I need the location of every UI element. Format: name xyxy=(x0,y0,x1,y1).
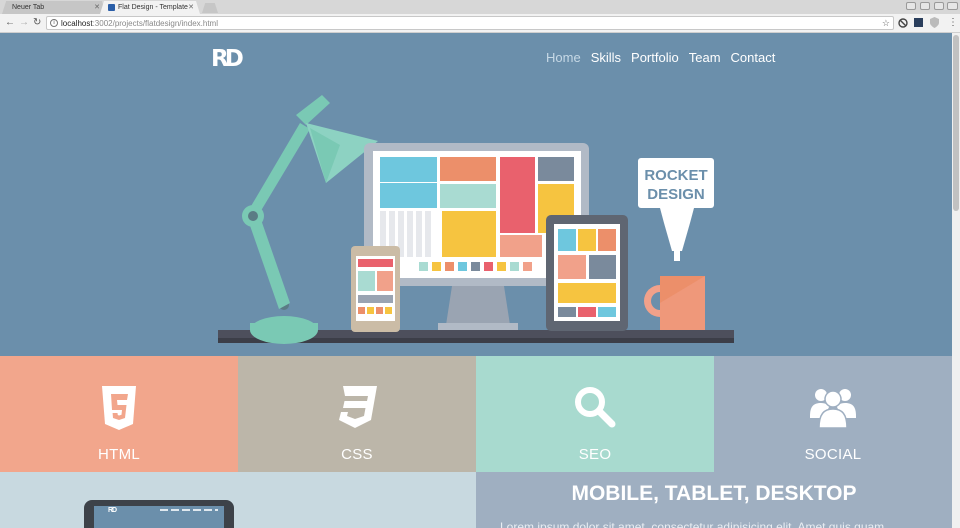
web-page: RD Home Skills Portfolio Team Contact RO… xyxy=(0,33,952,528)
feature-label: SOCIAL xyxy=(804,446,862,463)
browser-tab-strip: Neuer Tab ✕ Flat Design - Template ✕ xyxy=(0,0,960,14)
feature-label: SEO xyxy=(578,446,612,463)
tablet-nav-preview xyxy=(160,509,218,511)
browser-tab-flat-design[interactable]: Flat Design - Template ✕ xyxy=(100,1,200,14)
new-tab-button[interactable] xyxy=(202,3,218,13)
info-icon[interactable]: i xyxy=(50,19,58,27)
url-host: localhost xyxy=(61,19,93,28)
tab-close-icon[interactable]: ✕ xyxy=(94,1,100,14)
minimize-button[interactable] xyxy=(920,2,930,10)
users-icon xyxy=(810,389,856,428)
bookmark-star-icon[interactable]: ☆ xyxy=(882,17,890,29)
hero-illustration xyxy=(218,95,734,344)
feature-label: HTML xyxy=(97,446,141,463)
url-path: :3002/projects/flatdesign/index.html xyxy=(92,19,218,28)
tab-title: Neuer Tab xyxy=(12,4,45,11)
feature-css[interactable]: CSS xyxy=(238,356,476,472)
search-icon xyxy=(575,387,616,428)
phone-icon xyxy=(351,246,400,332)
devices-image-panel: RD xyxy=(0,472,476,528)
url-text[interactable]: localhost:3002/projects/flatdesign/index… xyxy=(61,18,218,29)
features-section: HTML CSS SEO SOCIAL xyxy=(0,356,952,472)
tablet-icon xyxy=(546,215,628,331)
tablet-preview-image: RD xyxy=(84,500,234,528)
html5-icon xyxy=(102,386,136,430)
user-icon[interactable] xyxy=(906,2,916,10)
tab-close-icon[interactable]: ✕ xyxy=(188,1,194,14)
sign-line-2: DESIGN xyxy=(647,186,705,203)
shield-icon[interactable] xyxy=(930,17,939,28)
browser-tab-new[interactable]: Neuer Tab ✕ xyxy=(2,1,106,14)
coffee-mug-icon xyxy=(644,276,705,330)
reload-icon[interactable]: ↻ xyxy=(33,17,41,29)
feature-label: CSS xyxy=(341,446,373,463)
maximize-button[interactable] xyxy=(934,2,944,10)
css3-icon xyxy=(339,386,377,428)
extension-block-icon[interactable] xyxy=(898,18,908,28)
address-bar[interactable]: i localhost:3002/projects/flatdesign/ind… xyxy=(46,16,894,30)
scrollbar-thumb[interactable] xyxy=(953,35,959,211)
page-scrollbar[interactable] xyxy=(952,33,960,528)
devices-heading: MOBILE, TABLET, DESKTOP xyxy=(571,482,857,505)
sign-text: ROCKET DESIGN xyxy=(638,166,714,204)
sign-line-1: ROCKET xyxy=(644,167,708,184)
tablet-logo: RD xyxy=(108,507,117,514)
hero-section: RD Home Skills Portfolio Team Contact RO… xyxy=(0,33,952,356)
feature-seo[interactable]: SEO xyxy=(476,356,714,472)
favicon-icon xyxy=(108,4,115,11)
menu-icon[interactable]: ⋮ xyxy=(948,17,958,29)
extension-icon[interactable] xyxy=(914,18,923,27)
feature-social[interactable]: SOCIAL xyxy=(714,356,952,472)
feature-html[interactable]: HTML xyxy=(0,356,238,472)
tab-title: Flat Design - Template xyxy=(118,4,188,11)
close-window-button[interactable] xyxy=(947,2,958,10)
browser-toolbar: ← → ↻ i localhost:3002/projects/flatdesi… xyxy=(0,14,960,33)
forward-icon[interactable]: → xyxy=(19,17,29,29)
back-icon[interactable]: ← xyxy=(5,17,15,29)
devices-text-panel: MOBILE, TABLET, DESKTOP Lorem ipsum dolo… xyxy=(476,472,952,528)
devices-paragraph: Lorem ipsum dolor sit amet, consectetur … xyxy=(500,520,885,528)
